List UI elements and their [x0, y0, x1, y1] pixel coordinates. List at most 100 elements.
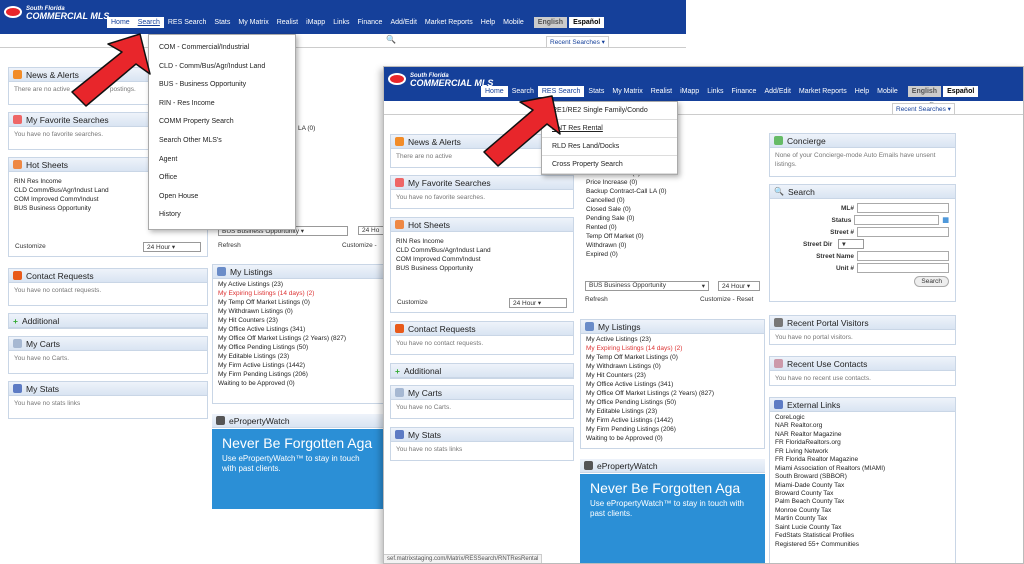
listing-link[interactable]: My Editable Listings (23)	[218, 353, 391, 362]
nav-search[interactable]: Search	[133, 17, 164, 28]
street-num-input[interactable]	[857, 227, 949, 237]
external-link[interactable]: NAR Realtor Magazine	[775, 431, 950, 439]
ticker-customize[interactable]: Customize -	[342, 242, 377, 249]
external-link[interactable]: Registered 55+ Communities	[775, 541, 950, 549]
nav-links[interactable]: Links	[329, 17, 353, 28]
external-link[interactable]: NAR Realtor.org	[775, 422, 950, 430]
external-link[interactable]: South Broward (SBBOR)	[775, 473, 950, 481]
listing-link[interactable]: My Temp Off Market Listings (0)	[586, 354, 759, 363]
search-menu-item[interactable]: History	[149, 206, 295, 225]
search-icon[interactable]: 🔍	[386, 35, 396, 44]
external-link[interactable]: FR Living Network	[775, 448, 950, 456]
nav-finance[interactable]: Finance	[354, 17, 387, 28]
ticker-refresh[interactable]: Refresh	[218, 242, 241, 249]
lookup-icon[interactable]: ▦	[942, 216, 949, 224]
listing-link[interactable]: My Editable Listings (23)	[586, 408, 759, 417]
external-link[interactable]: FedStats Statistical Profiles	[775, 532, 950, 540]
lang-espanol[interactable]: Español	[943, 86, 979, 97]
external-link[interactable]: Miami-Dade County Tax	[775, 482, 950, 490]
nav-imapp[interactable]: iMapp	[302, 17, 329, 28]
listing-link[interactable]: My Firm Active Listings (1442)	[218, 362, 391, 371]
search-menu-item[interactable]: COM - Commercial/Industrial	[149, 39, 295, 58]
listing-link[interactable]: My Firm Active Listings (1442)	[586, 417, 759, 426]
ticker-item[interactable]: Cancelled (0)	[586, 197, 667, 206]
hot-item[interactable]: CLD Comm/Bus/Agr/Indust Land	[396, 247, 568, 256]
external-link[interactable]: FR Florida Realtor Magazine	[775, 456, 950, 464]
listing-link[interactable]: My Expiring Listings (14 days) (2)	[218, 290, 391, 299]
status-input[interactable]	[854, 215, 940, 225]
nav-mobile[interactable]: Mobile	[499, 17, 528, 28]
external-link[interactable]: Martin County Tax	[775, 515, 950, 523]
nav-help[interactable]: Help	[851, 86, 873, 97]
listing-link[interactable]: Waiting to be Approved (0)	[586, 435, 759, 444]
external-link[interactable]: CoreLogic	[775, 414, 950, 422]
nav-my-matrix[interactable]: My Matrix	[608, 86, 646, 97]
search-menu-item[interactable]: Agent	[149, 151, 295, 170]
nav-res-search[interactable]: RES Search	[164, 17, 211, 28]
listing-link[interactable]: My Office Pending Listings (50)	[218, 344, 391, 353]
nav-stats[interactable]: Stats	[210, 17, 234, 28]
ticker-item[interactable]: Closed Sale (0)	[586, 206, 667, 215]
nav-imapp[interactable]: iMapp	[676, 86, 703, 97]
listing-link[interactable]: My Temp Off Market Listings (0)	[218, 299, 391, 308]
epw-ad[interactable]: Never Be Forgotten Aga Use ePropertyWatc…	[580, 474, 765, 563]
nav-stats[interactable]: Stats	[584, 86, 608, 97]
nav-market-reports[interactable]: Market Reports	[795, 86, 851, 97]
nav-realist[interactable]: Realist	[273, 17, 302, 28]
search-menu-item[interactable]: Open House	[149, 188, 295, 207]
listing-link[interactable]: My Expiring Listings (14 days) (2)	[586, 345, 759, 354]
ticker-item[interactable]: Price Increase (0)	[586, 179, 667, 188]
listing-link[interactable]: My Office Active Listings (341)	[218, 326, 391, 335]
lang-english[interactable]: English	[533, 17, 568, 28]
listing-link[interactable]: My Office Off Market Listings (2 Years) …	[218, 335, 391, 344]
listing-link[interactable]: My Office Off Market Listings (2 Years) …	[586, 390, 759, 399]
ticker-item[interactable]: Rented (0)	[586, 224, 667, 233]
street-name-input[interactable]	[857, 251, 949, 261]
listing-link[interactable]: My Withdrawn Listings (0)	[218, 308, 391, 317]
ml-input[interactable]	[857, 203, 949, 213]
lang-espanol[interactable]: Español	[569, 17, 605, 28]
listing-link[interactable]: My Active Listings (23)	[586, 336, 759, 345]
search-menu-item[interactable]: COMM Property Search	[149, 113, 295, 132]
ticker-item[interactable]: Withdrawn (0)	[586, 242, 667, 251]
nav-help[interactable]: Help	[477, 17, 499, 28]
search-menu-item[interactable]: CLD - Comm/Bus/Agr/Indust Land	[149, 58, 295, 77]
hot-item[interactable]: BUS Business Opportunity	[396, 265, 568, 274]
epw-ad[interactable]: Never Be Forgotten Aga Use ePropertyWatc…	[212, 429, 397, 509]
ticker-refresh[interactable]: Refresh	[585, 296, 608, 303]
hot-item[interactable]: COM Improved Comm/Indust	[396, 256, 568, 265]
hot-item[interactable]: RIN Res Income	[396, 238, 568, 247]
external-link[interactable]: Saint Lucie County Tax	[775, 524, 950, 532]
ticker-item[interactable]: Expired (0)	[586, 251, 667, 260]
search-menu-item[interactable]: BUS - Business Opportunity	[149, 76, 295, 95]
search-menu-item[interactable]: Office	[149, 169, 295, 188]
recent-searches-select[interactable]: Recent Searches ▾	[546, 36, 609, 48]
external-link[interactable]: Miami Association of Realtors (MIAMI)	[775, 465, 950, 473]
search-button[interactable]: Search	[914, 276, 949, 287]
listing-link[interactable]: My Withdrawn Listings (0)	[586, 363, 759, 372]
ticker-item[interactable]: Backup Contract-Call LA (0)	[586, 188, 667, 197]
hot-customize[interactable]: Customize	[397, 299, 428, 306]
nav-add-edit[interactable]: Add/Edit	[386, 17, 420, 28]
nav-add-edit[interactable]: Add/Edit	[760, 86, 794, 97]
search-menu-item[interactable]: Search Other MLS's	[149, 132, 295, 151]
ticker-item[interactable]: Pending Sale (0)	[586, 215, 667, 224]
listing-link[interactable]: My Active Listings (23)	[218, 281, 391, 290]
listing-link[interactable]: My Hit Counters (23)	[218, 317, 391, 326]
listing-link[interactable]: My Firm Pending Listings (206)	[218, 371, 391, 380]
street-dir-select[interactable]: ▾	[838, 239, 865, 249]
nav-mobile[interactable]: Mobile	[873, 86, 902, 97]
nav-home[interactable]: Home	[107, 17, 134, 28]
nav-my-matrix[interactable]: My Matrix	[234, 17, 272, 28]
nav-finance[interactable]: Finance	[728, 86, 761, 97]
plus-icon[interactable]: +	[13, 316, 18, 326]
nav-links[interactable]: Links	[703, 86, 727, 97]
external-link[interactable]: FR FloridaRealtors.org	[775, 439, 950, 447]
external-link[interactable]: Palm Beach County Tax	[775, 498, 950, 506]
unit-input[interactable]	[857, 263, 949, 273]
lang-english[interactable]: English	[907, 86, 942, 97]
search-menu-item[interactable]: RIN - Res Income	[149, 95, 295, 114]
hot-hours-select[interactable]: 24 Hour ▾	[143, 242, 201, 252]
listing-link[interactable]: Waiting to be Approved (0)	[218, 380, 391, 389]
external-link[interactable]: Monroe County Tax	[775, 507, 950, 515]
